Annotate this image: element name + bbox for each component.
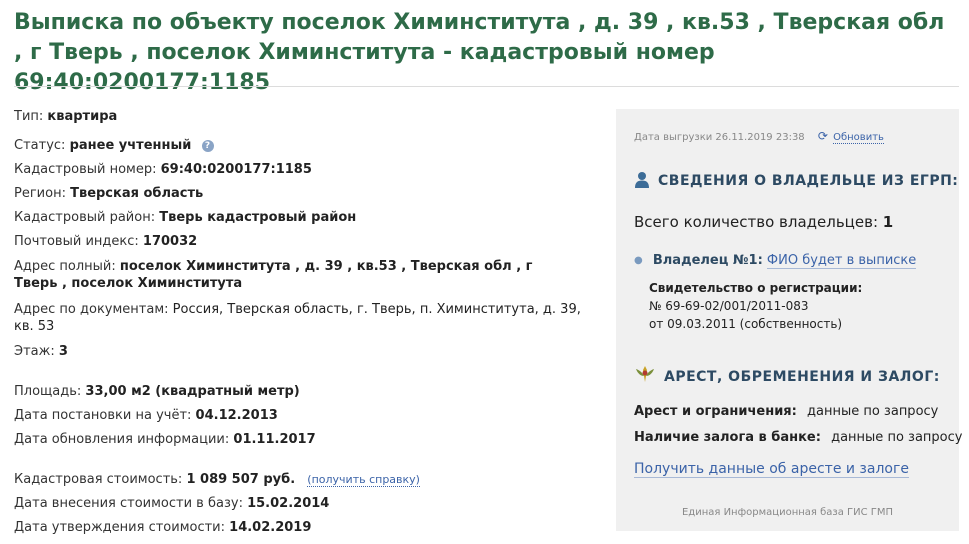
detail-value: квартира xyxy=(47,109,118,124)
page-title: Выписка по объекту поселок Химинститута … xyxy=(14,10,945,95)
detail-cadnum: Кадастровый номер: 69:40:0200177:1185 xyxy=(14,161,589,178)
arrest-section-heading: АРЕСТ, ОБРЕМЕНЕНИЯ И ЗАЛОГ: xyxy=(634,364,940,388)
detail-address-full: Адрес полный: поселок Химинститута , д. … xyxy=(14,258,544,292)
arrest-row: Арест и ограничения: данные по запросу xyxy=(634,404,938,419)
detail-label: Адрес по документам: xyxy=(14,302,169,317)
detail-label: Почтовый индекс: xyxy=(14,234,139,249)
detail-value: 69:40:0200177:1185 xyxy=(160,162,312,177)
detail-area: Площадь: 33,00 м2 (квадратный метр) xyxy=(14,383,589,400)
detail-value: 1 089 507 руб. xyxy=(186,472,296,487)
owner-section-title: СВЕДЕНИЯ О ВЛАДЕЛЬЦЕ ИЗ ЕГРП: xyxy=(658,173,959,189)
panel-footer: Единая Информационная база ГИС ГМП xyxy=(681,507,894,518)
owner-item: ● Владелец №1: ФИО будет в выписке xyxy=(634,253,917,269)
export-date: Дата выгрузки 26.11.2019 23:38 xyxy=(634,132,805,143)
export-info: Дата выгрузки 26.11.2019 23:38 ⟳ Обновит… xyxy=(634,129,884,144)
detail-status: Статус: ранее учтенный ? xyxy=(14,137,589,154)
detail-address-docs: Адрес по документам: Россия, Тверская об… xyxy=(14,301,584,335)
detail-label: Кадастровый район: xyxy=(14,210,156,225)
detail-registered: Дата постановки на учёт: 04.12.2013 xyxy=(14,407,589,424)
detail-value: 01.11.2017 xyxy=(233,432,316,447)
detail-postcode: Почтовый индекс: 170032 xyxy=(14,233,589,250)
refresh-icon[interactable]: ⟳ xyxy=(818,129,828,143)
detail-label: Этаж: xyxy=(14,344,55,359)
detail-label: Статус: xyxy=(14,138,66,153)
owner-name-link[interactable]: ФИО будет в выписке xyxy=(766,253,917,269)
detail-updated: Дата обновления информации: 01.11.2017 xyxy=(14,431,589,448)
detail-label: Дата утверждения стоимости: xyxy=(14,520,226,535)
detail-type: Тип: квартира xyxy=(14,108,589,125)
title-divider xyxy=(14,86,959,87)
arrest-section-title: АРЕСТ, ОБРЕМЕНЕНИЯ И ЗАЛОГ: xyxy=(664,369,940,385)
arrest-data-link[interactable]: Получить данные об аресте и залоге xyxy=(634,461,909,478)
detail-value: 3 xyxy=(58,344,68,359)
detail-label: Адрес полный: xyxy=(14,259,116,274)
detail-floor: Этаж: 3 xyxy=(14,343,589,360)
owner-section-heading: СВЕДЕНИЯ О ВЛАДЕЛЬЦЕ ИЗ ЕГРП: xyxy=(634,171,958,192)
detail-value: 15.02.2014 xyxy=(247,496,330,511)
detail-cost-approved: Дата утверждения стоимости: 14.02.2019 xyxy=(14,519,589,536)
bullet-icon: ● xyxy=(634,255,643,266)
detail-region: Регион: Тверская область xyxy=(14,185,589,202)
detail-value: 14.02.2019 xyxy=(229,520,312,535)
detail-label: Кадастровая стоимость: xyxy=(14,472,183,487)
detail-label: Кадастровый номер: xyxy=(14,162,157,177)
total-owners: Всего количество владельцев: 1 xyxy=(634,213,893,231)
arrest-label: Арест и ограничения: xyxy=(634,404,797,419)
detail-value: 170032 xyxy=(142,234,198,249)
detail-value: 33,00 м2 (квадратный метр) xyxy=(85,384,300,399)
detail-label: Площадь: xyxy=(14,384,82,399)
arrest-value: данные по запросу xyxy=(807,404,939,419)
cert-date: от 09.03.2011 (собственность) xyxy=(649,317,843,331)
detail-value: Тверь кадастровый район xyxy=(159,210,357,225)
detail-label: Регион: xyxy=(14,186,66,201)
total-owners-label: Всего количество владельцев: xyxy=(634,213,879,231)
detail-label: Дата обновления информации: xyxy=(14,432,230,447)
total-owners-value: 1 xyxy=(882,213,894,231)
pledge-label: Наличие залога в банке: xyxy=(634,430,821,445)
detail-label: Тип: xyxy=(14,109,44,124)
get-certificate-link[interactable]: (получить справку) xyxy=(307,473,420,487)
emblem-icon xyxy=(634,364,656,388)
owner-panel: Дата выгрузки 26.11.2019 23:38 ⟳ Обновит… xyxy=(616,109,962,531)
detail-value: Тверская область xyxy=(70,186,204,201)
question-icon[interactable]: ? xyxy=(201,140,214,152)
detail-value: 04.12.2013 xyxy=(195,408,278,423)
person-icon xyxy=(634,171,650,192)
detail-cost-entered: Дата внесения стоимости в базу: 15.02.20… xyxy=(14,495,589,512)
detail-value: ранее учтенный xyxy=(69,138,192,153)
detail-cost: Кадастровая стоимость: 1 089 507 руб. (п… xyxy=(14,471,589,488)
cert-number: № 69-69-02/001/2011-083 xyxy=(649,299,809,313)
detail-label: Дата постановки на учёт: xyxy=(14,408,192,423)
cert-block: Свидетельство о регистрации: № 69-69-02/… xyxy=(649,279,862,333)
refresh-link[interactable]: Обновить xyxy=(833,132,884,144)
detail-label: Дата внесения стоимости в базу: xyxy=(14,496,243,511)
owner-label: Владелец №1: xyxy=(652,253,763,268)
pledge-value: данные по запросу xyxy=(831,430,963,445)
detail-district: Кадастровый район: Тверь кадастровый рай… xyxy=(14,209,589,226)
cert-title: Свидетельство о регистрации: xyxy=(649,281,863,295)
pledge-row: Наличие залога в банке: данные по запрос… xyxy=(634,430,962,445)
